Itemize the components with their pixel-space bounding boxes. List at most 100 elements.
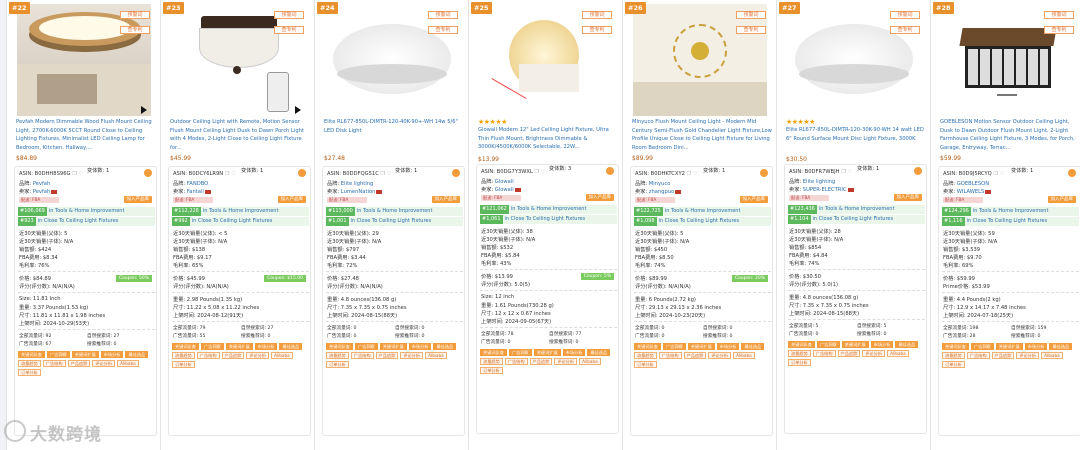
badge-keyword-reverse[interactable]: 关键词反查 [634, 343, 661, 350]
product-image[interactable] [941, 4, 1075, 116]
bsr-sub[interactable]: #923 in Close To Ceiling Light Fixtures [18, 217, 155, 226]
seller-link[interactable]: WILAWELS [957, 189, 985, 195]
badge-market[interactable]: 市场分析 [870, 341, 894, 348]
seller-link[interactable]: Pevfah [33, 189, 51, 195]
bsr-sub[interactable]: #1,104 in Close To Ceiling Light Fixtures [788, 215, 925, 224]
bsr-sub[interactable]: #1,098 in Close To Ceiling Light Fixtures [634, 217, 771, 226]
badge-ad-structure[interactable]: 广告结构 [504, 358, 528, 365]
patent-check-tag[interactable]: 查专利 [736, 26, 766, 34]
badge-order[interactable]: 订单分析 [172, 361, 195, 368]
add-to-library-button[interactable]: 加入产品库 [739, 196, 768, 203]
badge-ad-structure[interactable]: 广告结构 [966, 352, 990, 359]
badge-ad-insight[interactable]: 广告洞察 [816, 341, 840, 348]
seller-link[interactable]: LumenNation [341, 189, 376, 195]
product-image[interactable] [325, 4, 459, 116]
badge-best[interactable]: 最佳选品 [741, 343, 765, 350]
badge-ad-structure[interactable]: 广告结构 [812, 350, 836, 357]
patent-check-tag[interactable]: 查专利 [120, 26, 150, 34]
badge-alibaba[interactable]: Alibaba [271, 352, 293, 359]
badge-ad-structure[interactable]: 广告结构 [658, 352, 682, 359]
product-image[interactable] [17, 4, 151, 116]
badge-traffic[interactable]: 流量趋势 [326, 352, 349, 359]
product-card[interactable]: #24 预警词 查专利 Elite RL677-850L-DIMTR-120-40K-… [314, 0, 468, 450]
badge-order[interactable]: 订单分析 [480, 367, 503, 374]
badge-keyword-expand[interactable]: 关键词扩展 [995, 343, 1023, 350]
badge-ad-insight[interactable]: 广告洞察 [508, 349, 532, 356]
badge-tracking[interactable]: 产品追踪 [375, 352, 399, 359]
badge-traffic[interactable]: 流量趋势 [788, 350, 811, 357]
patent-check-tag[interactable]: 查专利 [428, 26, 458, 34]
badge-review[interactable]: 评论分析 [1016, 352, 1040, 359]
seller-link[interactable]: zhangpuo [649, 189, 675, 195]
play-icon[interactable] [141, 106, 147, 114]
product-image[interactable] [787, 4, 921, 116]
brand-link[interactable]: Glowall [495, 179, 514, 185]
badge-traffic[interactable]: 流量趋势 [18, 360, 41, 367]
badge-ad-structure[interactable]: 广告结构 [196, 352, 220, 359]
product-title[interactable]: Elite RL677-850L-DIMTR-120-40K-90+-WH 14… [324, 118, 466, 153]
brand-link[interactable]: Minyuco [649, 181, 671, 187]
badge-tracking[interactable]: 产品追踪 [67, 360, 91, 367]
badge-traffic[interactable]: 流量趋势 [480, 358, 503, 365]
asin-value[interactable]: B0DHH8S96G [35, 171, 71, 177]
warning-word-tag[interactable]: 预警词 [890, 11, 920, 19]
product-image[interactable] [171, 4, 305, 116]
badge-ad-insight[interactable]: 广告洞察 [970, 343, 994, 350]
add-to-library-button[interactable]: 加入产品库 [277, 196, 306, 203]
bsr-main[interactable]: #121,062 in Tools & Home Improvement [480, 205, 617, 214]
badge-review[interactable]: 评论分析 [862, 350, 886, 357]
badge-review[interactable]: 评论分析 [400, 352, 424, 359]
product-title[interactable]: Outdoor Ceiling Light with Remote, Motio… [170, 118, 312, 153]
badge-tracking[interactable]: 产品追踪 [837, 350, 861, 357]
asin-value[interactable]: B0DDFQG51C [343, 171, 379, 177]
badge-review[interactable]: 评论分析 [246, 352, 270, 359]
badge-keyword-expand[interactable]: 关键词扩展 [379, 343, 407, 350]
warning-word-tag[interactable]: 预警词 [1044, 11, 1074, 19]
badge-alibaba[interactable]: Alibaba [887, 350, 909, 357]
badge-keyword-reverse[interactable]: 关键词反查 [788, 341, 815, 348]
badge-keyword-expand[interactable]: 关键词扩展 [841, 341, 869, 348]
product-image[interactable] [633, 4, 767, 116]
bsr-main[interactable]: #122,725 in Tools & Home Improvement [634, 207, 771, 216]
badge-keyword-expand[interactable]: 关键词扩展 [687, 343, 715, 350]
bsr-main[interactable]: #113,000 in Tools & Home Improvement [326, 207, 463, 216]
asin-value[interactable]: B0DHKTCXY2 [651, 171, 685, 177]
product-card[interactable]: #23 预警词 查专利 Outdoor Ceiling Light with Remo… [160, 0, 314, 450]
badge-order[interactable]: 订单分析 [634, 361, 657, 368]
badge-keyword-expand[interactable]: 关键词扩展 [71, 351, 99, 358]
seller-link[interactable]: Fantall [187, 189, 204, 195]
badge-traffic[interactable]: 流量趋势 [172, 352, 195, 359]
asin-value[interactable]: B0DFR7WBJH [805, 169, 840, 175]
add-to-library-button[interactable]: 加入产品库 [431, 196, 460, 203]
warning-word-tag[interactable]: 预警词 [274, 11, 304, 19]
badge-alibaba[interactable]: Alibaba [1041, 352, 1063, 359]
bsr-sub[interactable]: #1,061 in Close To Ceiling Light Fixtures [480, 215, 617, 224]
badge-ad-insight[interactable]: 广告洞察 [354, 343, 378, 350]
badge-best[interactable]: 最佳选品 [587, 349, 611, 356]
badge-market[interactable]: 市场分析 [408, 343, 432, 350]
badge-keyword-expand[interactable]: 关键词扩展 [533, 349, 561, 356]
product-title[interactable]: Pevfah Modern Dimmable Wood Flush Mount … [16, 118, 158, 153]
seller-link[interactable]: SUPER-ELECTRIC [803, 187, 847, 193]
badge-ad-structure[interactable]: 广告结构 [42, 360, 66, 367]
add-to-library-button[interactable]: 加入产品库 [585, 194, 614, 201]
product-title[interactable]: GOEBLESON Motion Sensor Outdoor Ceiling … [940, 118, 1080, 153]
badge-alibaba[interactable]: Alibaba [425, 352, 447, 359]
product-card[interactable]: #22 预警词 查专利 Pevfah Modern Dimmable Wood Flu… [6, 0, 160, 450]
product-title[interactable]: Minyuco Flush Mount Ceiling Light - Mode… [632, 118, 774, 153]
product-card[interactable]: #26 预警词 查专利 Minyuco Flush Mount Ceiling Lig… [622, 0, 776, 450]
badge-keyword-reverse[interactable]: 关键词反查 [172, 343, 199, 350]
badge-keyword-reverse[interactable]: 关键词反查 [18, 351, 45, 358]
badge-keyword-expand[interactable]: 关键词扩展 [225, 343, 253, 350]
badge-tracking[interactable]: 产品追踪 [221, 352, 245, 359]
product-image[interactable] [479, 4, 613, 116]
play-icon[interactable] [295, 106, 301, 114]
badge-best[interactable]: 最佳选品 [125, 351, 149, 358]
badge-best[interactable]: 最佳选品 [433, 343, 457, 350]
warning-word-tag[interactable]: 预警词 [582, 11, 612, 19]
bsr-sub[interactable]: #992 in Close To Ceiling Light Fixtures [172, 217, 309, 226]
brand-link[interactable]: FANDBO [187, 181, 208, 187]
badge-alibaba[interactable]: Alibaba [733, 352, 755, 359]
badge-keyword-reverse[interactable]: 关键词反查 [326, 343, 353, 350]
brand-link[interactable]: Pevfah [33, 181, 51, 187]
